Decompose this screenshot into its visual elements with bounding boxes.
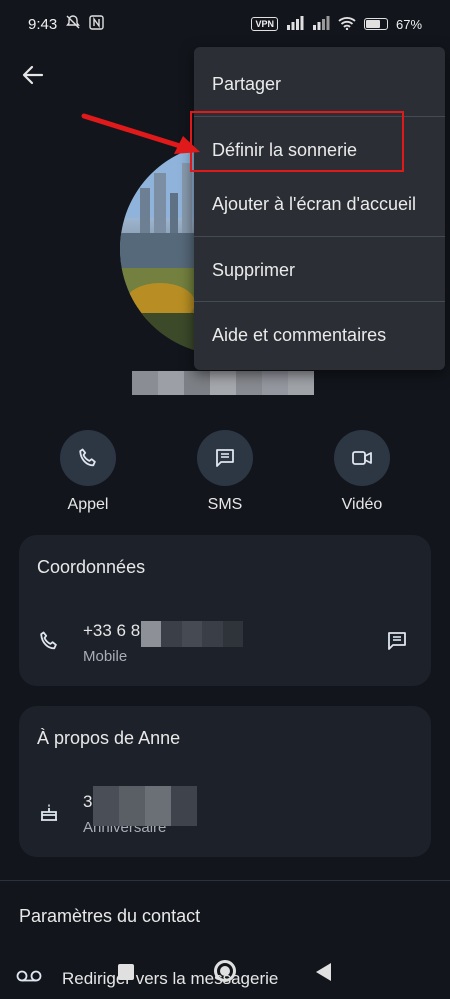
phone-icon xyxy=(35,627,63,655)
voicemail-icon xyxy=(16,968,42,989)
menu-item-delete[interactable]: Supprimer xyxy=(194,241,445,299)
phone-number[interactable]: +33 6 8 xyxy=(83,621,140,641)
signal-2-icon xyxy=(312,15,330,33)
video-button[interactable] xyxy=(334,430,390,486)
sms-label: SMS xyxy=(207,496,243,513)
send-sms-icon[interactable] xyxy=(383,627,411,655)
menu-divider xyxy=(194,116,445,117)
birthday-redaction xyxy=(93,786,197,826)
menu-item-set-ringtone[interactable]: Définir la sonnerie xyxy=(194,119,445,181)
overflow-menu: Partager Définir la sonnerie Ajouter à l… xyxy=(194,47,445,370)
phone-icon xyxy=(79,448,96,467)
call-label: Appel xyxy=(67,496,109,513)
coordinates-card: Coordonnées +33 6 8 Mobile xyxy=(19,535,431,686)
message-icon xyxy=(216,449,234,467)
battery-percent: 67% xyxy=(395,16,422,32)
video-label: Vidéo xyxy=(341,496,383,513)
menu-item-share[interactable]: Partager xyxy=(194,55,445,113)
birthday-date: 3 xyxy=(83,792,93,811)
phone-type: Mobile xyxy=(83,648,128,665)
about-title: À propos de Anne xyxy=(37,728,181,748)
about-card: À propos de Anne 3 Anniversaire xyxy=(19,706,431,857)
video-camera-icon xyxy=(352,451,372,465)
contact-settings-title: Paramètres du contact xyxy=(19,906,201,926)
vpn-badge: VPN xyxy=(251,17,278,31)
signal-icon xyxy=(286,15,304,33)
video-action[interactable]: Vidéo xyxy=(312,430,412,514)
sms-button[interactable] xyxy=(197,430,253,486)
menu-divider xyxy=(194,236,445,237)
phone-redaction xyxy=(141,621,244,647)
status-left: 9:43 xyxy=(28,14,104,34)
sms-action[interactable]: SMS xyxy=(175,430,275,514)
battery-value: 67 xyxy=(395,16,411,32)
back-button[interactable] xyxy=(18,60,48,90)
nfc-icon xyxy=(89,14,104,34)
voicemail-label: Rediriger vers la messagerie xyxy=(62,968,279,988)
muted-bell-icon xyxy=(65,14,81,34)
cake-icon xyxy=(35,798,63,826)
voicemail-setting[interactable]: Rediriger vers la messagerie xyxy=(16,968,278,989)
menu-item-help-feedback[interactable]: Aide et commentaires xyxy=(194,306,445,364)
section-divider xyxy=(0,880,450,881)
system-back-button[interactable] xyxy=(316,963,331,981)
status-right: VPN 67% xyxy=(251,15,422,33)
arrow-left-icon xyxy=(22,65,44,85)
recents-button[interactable] xyxy=(118,964,134,980)
menu-divider xyxy=(194,301,445,302)
battery-icon xyxy=(363,18,388,30)
call-action[interactable]: Appel xyxy=(38,430,138,514)
menu-item-add-to-home[interactable]: Ajouter à l'écran d'accueil xyxy=(194,175,445,233)
name-redaction xyxy=(132,371,314,395)
status-bar: 9:43 VPN 67% xyxy=(0,0,450,48)
coordinates-title: Coordonnées xyxy=(37,557,146,577)
call-button[interactable] xyxy=(60,430,116,486)
home-button[interactable] xyxy=(214,960,236,982)
wifi-icon xyxy=(338,16,356,33)
status-time: 9:43 xyxy=(28,15,58,33)
